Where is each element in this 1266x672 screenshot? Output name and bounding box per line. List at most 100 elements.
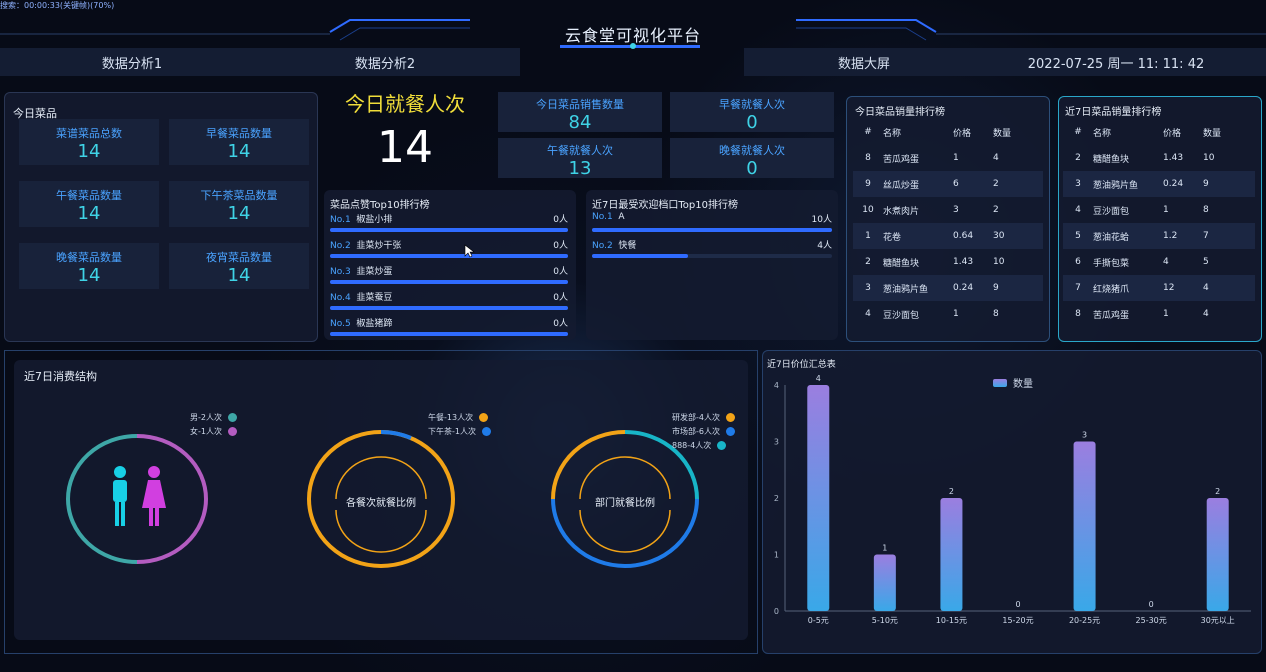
today-sales-table: # 名称 价格 数量 8 苦瓜鸡蛋 1 4 9 丝瓜炒蛋 6 2 10 水煮肉片… bbox=[853, 119, 1043, 327]
table-header-row: # 名称 价格 数量 bbox=[1063, 119, 1255, 145]
table-cell: 1 bbox=[1163, 205, 1169, 215]
header-cell: # bbox=[1074, 127, 1082, 137]
table-cell: 3 bbox=[953, 205, 959, 215]
y-tick-label: 0 bbox=[774, 607, 779, 616]
table-row: 9 丝瓜炒蛋 6 2 bbox=[853, 171, 1043, 197]
bar bbox=[940, 498, 963, 611]
card-value: 14 bbox=[77, 141, 101, 162]
data-label: 0 bbox=[1015, 600, 1020, 609]
rank-no: No.2 bbox=[592, 241, 613, 251]
header-cell: 价格 bbox=[953, 128, 972, 139]
stat-label: 晚餐就餐人次 bbox=[719, 144, 785, 157]
table-row: 8 苦瓜鸡蛋 1 4 bbox=[1063, 301, 1255, 327]
table-cell: 1 bbox=[865, 231, 871, 241]
card-value: 14 bbox=[227, 265, 251, 286]
table-cell: 6 bbox=[1075, 257, 1081, 267]
table-cell: 10 bbox=[993, 257, 1005, 267]
legend-label: 男-2人次 bbox=[190, 412, 222, 422]
meal-ring-center: 各餐次就餐比例 bbox=[346, 498, 416, 509]
table-cell: 4 bbox=[865, 309, 871, 319]
rank-no: No.5 bbox=[330, 319, 351, 329]
dish-card: 菜谱菜品总数 14 bbox=[19, 119, 159, 165]
x-tick-label: 0-5元 bbox=[808, 616, 829, 625]
rank-name: A bbox=[618, 212, 625, 222]
likes-rank-panel: 菜品点赞Top10排行榜 No.1 椒盐小排 0人 No.2 韭菜炒干张 0人 … bbox=[324, 190, 576, 340]
card-value: 14 bbox=[77, 203, 101, 224]
legend-dot bbox=[227, 412, 237, 422]
legend-dot bbox=[725, 412, 735, 422]
rank-count: 10人 bbox=[811, 215, 832, 225]
tab-analysis-2[interactable]: 数据分析2 bbox=[250, 48, 520, 76]
table-cell: 4 bbox=[1203, 309, 1209, 319]
rank-item: No.4 韭菜蚕豆 0人 bbox=[330, 290, 568, 310]
table-cell: 4 bbox=[993, 153, 999, 163]
header-cell: 价格 bbox=[1163, 128, 1182, 139]
week-sales-rank-panel: 近7日菜品销量排行榜 # 名称 价格 数量 2 糖醋鱼块 1.43 10 3 葱… bbox=[1058, 96, 1262, 342]
table-cell: 12 bbox=[1163, 283, 1175, 293]
rank-name: 韭菜炒干张 bbox=[356, 241, 402, 251]
table-cell: 30 bbox=[993, 231, 1005, 241]
table-cell: 1 bbox=[953, 153, 959, 163]
table-cell: 6 bbox=[953, 179, 959, 189]
header-cell: 数量 bbox=[1203, 128, 1222, 139]
rank-item: No.1 椒盐小排 0人 bbox=[330, 212, 568, 232]
rank-name: 韭菜炒蛋 bbox=[356, 267, 393, 277]
stat-label: 今日菜品销售数量 bbox=[536, 98, 624, 111]
stat-value: 0 bbox=[746, 112, 758, 133]
legend-label: 市场部-6人次 bbox=[672, 426, 720, 436]
table-cell: 8 bbox=[1075, 309, 1081, 319]
bar bbox=[1206, 498, 1229, 611]
stat-value: 13 bbox=[568, 158, 592, 179]
table-cell: 5 bbox=[1203, 257, 1209, 267]
card-value: 14 bbox=[227, 141, 251, 162]
dept-ring-center: 部门就餐比例 bbox=[595, 498, 655, 509]
rank-bar bbox=[330, 332, 568, 336]
gender-ring-chart bbox=[66, 434, 208, 564]
data-label: 1 bbox=[882, 544, 887, 553]
table-cell: 水煮肉片 bbox=[883, 206, 920, 217]
week-sales-rank-title: 近7日菜品销量排行榜 bbox=[1065, 107, 1162, 118]
rank-bar bbox=[330, 280, 568, 284]
rank-item: No.3 韭菜炒蛋 0人 bbox=[330, 264, 568, 284]
table-cell: 4 bbox=[1075, 205, 1081, 215]
legend-label: 午餐-13人次 bbox=[428, 412, 474, 422]
card-label: 晚餐菜品数量 bbox=[56, 251, 122, 264]
x-tick-label: 20-25元 bbox=[1069, 616, 1100, 625]
rank-no: No.2 bbox=[330, 241, 351, 251]
table-cell: 1 bbox=[1163, 309, 1169, 319]
rank-bar bbox=[330, 228, 568, 232]
table-cell: 1.43 bbox=[1163, 153, 1184, 163]
dish-card: 午餐菜品数量 14 bbox=[19, 181, 159, 227]
rank-item: No.2 快餐 4人 bbox=[592, 238, 832, 258]
table-row: 4 豆沙面包 1 8 bbox=[853, 301, 1043, 327]
tab-big-screen[interactable]: 数据大屏 bbox=[744, 48, 984, 76]
male-icon bbox=[113, 466, 127, 526]
legend-dot bbox=[725, 426, 735, 436]
rank-bar bbox=[330, 306, 568, 310]
stat-value: 0 bbox=[746, 158, 758, 179]
today-dining-title: 今日就餐人次 bbox=[345, 92, 465, 116]
legend-label: 下午茶-1人次 bbox=[428, 426, 476, 436]
table-row: 1 花卷 0.64 30 bbox=[853, 223, 1043, 249]
rank-name: 椒盐猪蹄 bbox=[356, 319, 393, 329]
rank-bar bbox=[330, 254, 568, 258]
table-cell: 丝瓜炒蛋 bbox=[883, 180, 920, 191]
legend-dot bbox=[227, 426, 237, 436]
x-tick-label: 5-10元 bbox=[872, 616, 898, 625]
bar bbox=[1073, 441, 1096, 611]
bar bbox=[873, 554, 896, 611]
tab-analysis-1[interactable]: 数据分析1 bbox=[0, 48, 264, 76]
likes-rank-title: 菜品点赞Top10排行榜 bbox=[330, 200, 430, 211]
table-row: 2 糖醋鱼块 1.43 10 bbox=[853, 249, 1043, 275]
table-cell: 苦瓜鸡蛋 bbox=[883, 154, 920, 165]
stat-card: 今日菜品销售数量 84 bbox=[498, 92, 662, 133]
stat-label: 午餐就餐人次 bbox=[547, 144, 613, 157]
legend-dot bbox=[481, 426, 491, 436]
data-label: 2 bbox=[1215, 487, 1220, 496]
y-tick-label: 4 bbox=[774, 381, 779, 390]
table-cell: 8 bbox=[1203, 205, 1209, 215]
data-label: 0 bbox=[1149, 600, 1154, 609]
rank-no: No.4 bbox=[330, 293, 351, 303]
stat-card: 午餐就餐人次 13 bbox=[498, 138, 662, 179]
card-label: 下午茶菜品数量 bbox=[200, 189, 278, 202]
